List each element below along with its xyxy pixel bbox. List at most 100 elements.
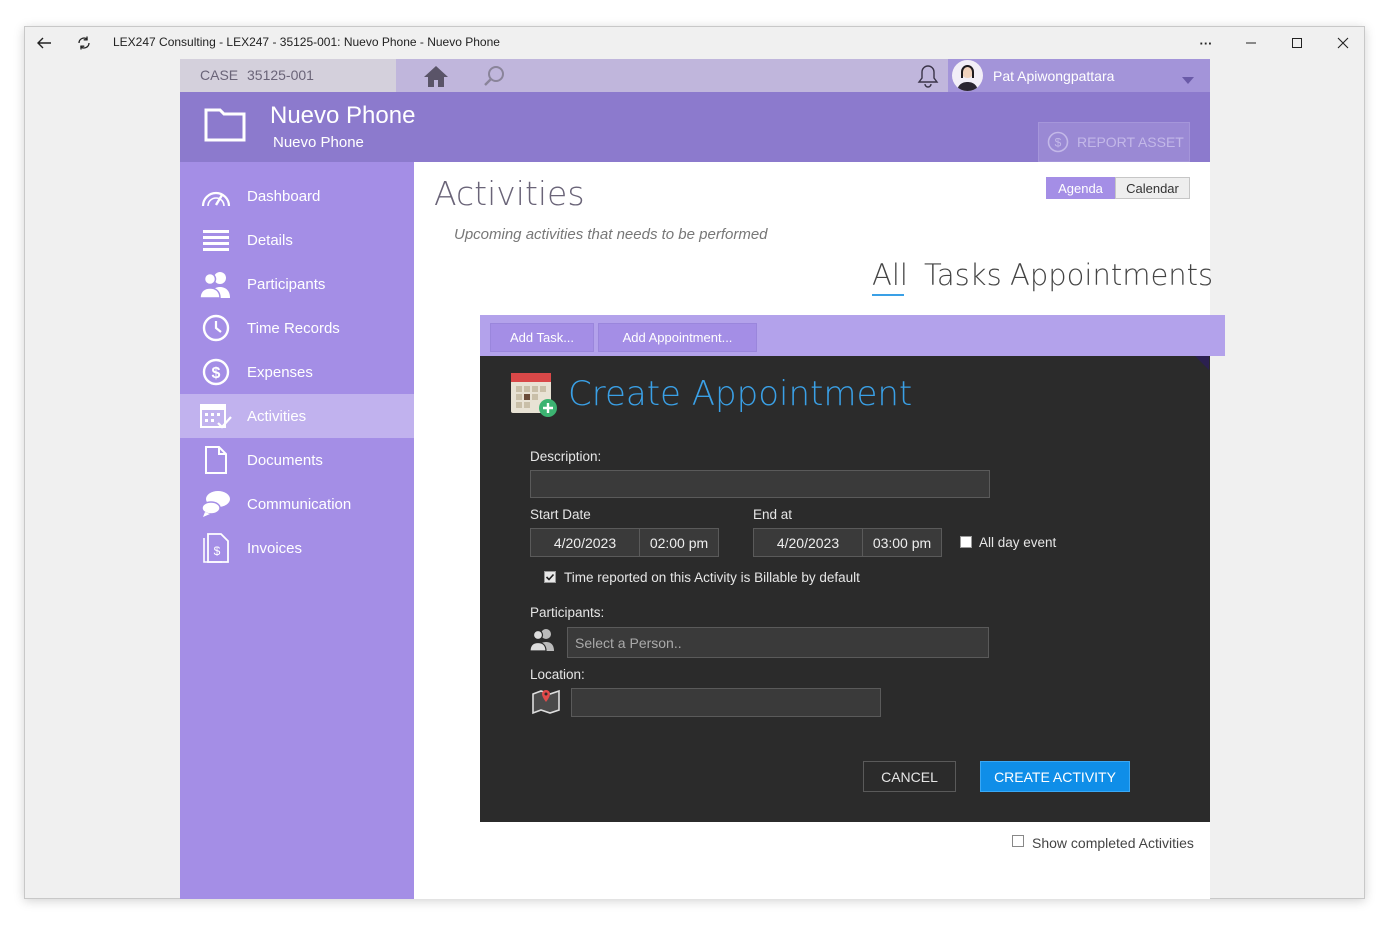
- case-number: 35125-001: [247, 67, 314, 83]
- map-pin-icon: [532, 688, 560, 721]
- sidebar-item-details[interactable]: Details: [180, 218, 414, 262]
- people-icon: [198, 269, 234, 299]
- user-menu[interactable]: Pat Apiwongpattara: [948, 59, 1210, 92]
- report-asset-label: REPORT ASSET: [1077, 134, 1184, 150]
- checkmark-icon: [545, 573, 555, 581]
- end-date-input[interactable]: 4/20/2023: [753, 528, 863, 557]
- avatar-person-icon: [957, 65, 978, 91]
- start-time-input[interactable]: 02:00 pm: [639, 528, 719, 557]
- svg-text:$: $: [214, 544, 221, 558]
- svg-text:$: $: [1055, 136, 1062, 150]
- end-time-input[interactable]: 03:00 pm: [862, 528, 942, 557]
- notifications-button[interactable]: [914, 62, 942, 90]
- more-button[interactable]: ···: [1191, 28, 1221, 58]
- show-completed-checkbox[interactable]: [1012, 835, 1024, 847]
- clock-icon: [198, 313, 234, 343]
- calendar-toggle[interactable]: Calendar: [1115, 177, 1190, 199]
- sidebar-item-label: Participants: [247, 275, 326, 293]
- participants-placeholder: Select a Person..: [575, 634, 682, 651]
- all-day-label: All day event: [979, 535, 1057, 550]
- close-button[interactable]: [1328, 28, 1358, 58]
- create-activity-button[interactable]: CREATE ACTIVITY: [980, 761, 1130, 792]
- maximize-button[interactable]: [1282, 28, 1312, 58]
- minimize-button[interactable]: [1236, 28, 1266, 58]
- tab-all-underline: [872, 294, 904, 296]
- sidebar-item-label: Documents: [247, 451, 323, 469]
- tab-appointments[interactable]: Appointments: [1010, 258, 1213, 292]
- search-button[interactable]: [478, 62, 510, 90]
- all-day-checkbox[interactable]: [960, 536, 972, 548]
- invoice-icon: $: [198, 533, 234, 563]
- case-label: CASE: [200, 67, 239, 83]
- dialog-title: Create Appointment: [568, 374, 913, 414]
- home-button[interactable]: [420, 62, 452, 90]
- location-label: Location:: [530, 667, 585, 682]
- page-subtitle: Nuevo Phone: [273, 134, 364, 151]
- description-label: Description:: [530, 449, 602, 464]
- calendar-add-icon: [510, 370, 558, 423]
- sidebar-item-label: Expenses: [247, 363, 313, 381]
- cancel-button[interactable]: CANCEL: [863, 761, 956, 792]
- sidebar-item-documents[interactable]: Documents: [180, 438, 414, 482]
- sidebar-item-label: Invoices: [247, 539, 303, 557]
- agenda-toggle[interactable]: Agenda: [1046, 177, 1115, 199]
- sidebar-item-communication[interactable]: Communication: [180, 482, 414, 526]
- sidebar-item-label: Communication: [247, 495, 352, 513]
- close-icon: [1337, 37, 1349, 49]
- start-date-input[interactable]: 4/20/2023: [530, 528, 640, 557]
- description-input[interactable]: [530, 470, 990, 498]
- add-appointment-button[interactable]: Add Appointment...: [598, 323, 757, 352]
- list-icon: [198, 225, 234, 255]
- home-icon: [424, 66, 448, 87]
- sidebar-item-label: Time Records: [247, 319, 340, 337]
- sidebar-item-label: Activities: [247, 407, 307, 425]
- sidebar: Dashboard Details Participants Time Reco…: [180, 162, 414, 899]
- sidebar-item-activities[interactable]: Activities: [180, 394, 414, 438]
- sidebar-item-invoices[interactable]: $ Invoices: [180, 526, 414, 570]
- dollar-circle-icon: $: [1047, 131, 1069, 153]
- window-title: LEX247 Consulting - LEX247 - 35125-001: …: [113, 35, 500, 49]
- location-input[interactable]: [571, 688, 881, 717]
- tab-tasks[interactable]: Tasks: [924, 258, 1002, 292]
- billable-checkbox[interactable]: [544, 571, 556, 583]
- add-task-button[interactable]: Add Task...: [490, 323, 594, 352]
- svg-text:$: $: [212, 365, 221, 382]
- case-header: Nuevo Phone Nuevo Phone $ REPORT ASSET: [180, 92, 1210, 162]
- chat-icon: [198, 489, 234, 519]
- start-date-label: Start Date: [530, 507, 591, 522]
- billable-label: Time reported on this Activity is Billab…: [564, 570, 860, 585]
- sidebar-item-dashboard[interactable]: Dashboard: [180, 174, 414, 218]
- show-completed-label: Show completed Activities: [1032, 835, 1194, 851]
- sidebar-item-expenses[interactable]: $ Expenses: [180, 350, 414, 394]
- calendar-check-icon: [198, 401, 234, 431]
- dialog-corner: [1195, 356, 1209, 370]
- report-asset-button[interactable]: $ REPORT ASSET: [1038, 122, 1190, 162]
- chevron-down-icon: [1182, 72, 1194, 90]
- back-button[interactable]: [29, 28, 59, 58]
- case-box: CASE 35125-001: [180, 59, 396, 92]
- create-appointment-dialog: Create Appointment Description: Start Da…: [480, 356, 1210, 822]
- title-bar: LEX247 Consulting - LEX247 - 35125-001: …: [25, 27, 1364, 59]
- maximize-icon: [1292, 38, 1302, 48]
- end-at-label: End at: [753, 507, 793, 522]
- folder-icon: [204, 106, 246, 147]
- participants-icon: [529, 627, 556, 656]
- page-title: Nuevo Phone: [270, 102, 416, 129]
- activities-toolbar: Add Task... Add Appointment...: [480, 315, 1225, 356]
- dollar-icon: $: [198, 357, 234, 387]
- participants-select[interactable]: Select a Person..: [567, 627, 989, 658]
- document-icon: [198, 445, 234, 475]
- participants-label: Participants:: [530, 605, 605, 620]
- sidebar-item-label: Dashboard: [247, 187, 321, 205]
- minimize-icon: [1246, 42, 1256, 44]
- tab-all[interactable]: All: [872, 258, 908, 292]
- bell-icon: [917, 65, 939, 88]
- gauge-icon: [198, 181, 234, 211]
- sidebar-item-label: Details: [247, 231, 293, 249]
- avatar: [952, 60, 983, 91]
- section-subtitle: Upcoming activities that needs to be per…: [454, 226, 768, 243]
- refresh-button[interactable]: [69, 28, 99, 58]
- sidebar-item-participants[interactable]: Participants: [180, 262, 414, 306]
- user-name: Pat Apiwongpattara: [993, 68, 1115, 84]
- sidebar-item-time-records[interactable]: Time Records: [180, 306, 414, 350]
